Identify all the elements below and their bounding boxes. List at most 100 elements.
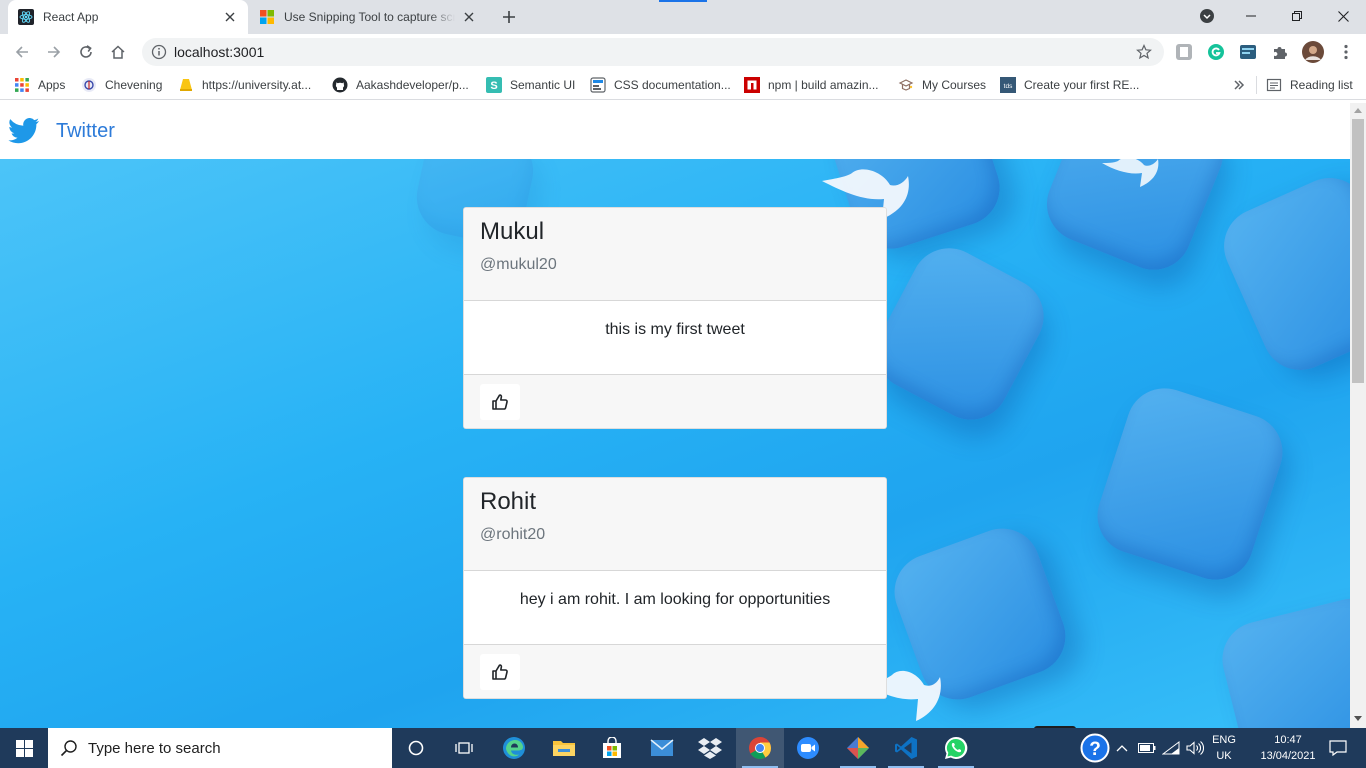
bookmark-my-courses[interactable]: My Courses bbox=[898, 76, 986, 94]
store-bag-icon bbox=[601, 737, 623, 759]
chrome-icon bbox=[748, 736, 772, 760]
new-tab-icon[interactable] bbox=[499, 7, 519, 27]
profile-avatar-icon[interactable] bbox=[1302, 41, 1324, 63]
bookmark-university[interactable]: https://university.at... bbox=[178, 76, 311, 94]
taskbar-file-explorer[interactable] bbox=[540, 728, 588, 768]
cortana-button[interactable] bbox=[392, 728, 440, 768]
bookmark-label: CSS documentation... bbox=[614, 78, 731, 92]
taskbar-vscode[interactable] bbox=[882, 728, 930, 768]
like-button[interactable] bbox=[480, 384, 520, 420]
minimize-window-icon[interactable] bbox=[1228, 0, 1274, 32]
taskbar-search-box[interactable]: Type here to search bbox=[48, 728, 392, 768]
close-window-icon[interactable] bbox=[1320, 0, 1366, 32]
tweet-card-header: Mukul @mukul20 bbox=[464, 208, 886, 301]
restore-window-icon[interactable] bbox=[1274, 0, 1320, 32]
language-code: ENG bbox=[1212, 734, 1236, 746]
bookmarks-bar: Apps Chevening https://university.at... … bbox=[0, 70, 1366, 100]
folder-icon bbox=[552, 738, 576, 758]
bookmark-css-docs[interactable]: CSS documentation... bbox=[590, 76, 731, 94]
taskbar-zoom[interactable] bbox=[784, 728, 832, 768]
vscode-icon bbox=[894, 736, 918, 760]
reload-icon[interactable] bbox=[74, 40, 98, 64]
forward-icon[interactable] bbox=[42, 40, 66, 64]
folder-icon bbox=[178, 77, 194, 93]
background-tile bbox=[862, 234, 1058, 434]
start-button[interactable] bbox=[0, 728, 48, 768]
screen-capture-extension-icon[interactable] bbox=[1239, 43, 1257, 61]
zoom-icon bbox=[796, 736, 820, 760]
bookmark-semantic-ui[interactable]: S Semantic UI bbox=[486, 76, 575, 94]
github-icon bbox=[332, 77, 348, 93]
twitter-bird-icon[interactable] bbox=[8, 118, 40, 144]
extensions-puzzle-icon[interactable] bbox=[1271, 43, 1289, 61]
scroll-down-arrow-icon[interactable] bbox=[1354, 716, 1362, 722]
tweet-card-footer bbox=[464, 374, 886, 428]
input-language-indicator[interactable]: ENG UK bbox=[1206, 732, 1242, 764]
show-hidden-icons-chevron-icon[interactable] bbox=[1114, 728, 1130, 768]
tab-search-icon[interactable] bbox=[1184, 0, 1230, 32]
clock-date: 13/04/2021 bbox=[1260, 750, 1316, 762]
notifications-button[interactable] bbox=[1318, 728, 1358, 768]
volume-icon[interactable] bbox=[1184, 728, 1206, 768]
close-tab-icon[interactable] bbox=[461, 9, 477, 25]
bookmark-chevening[interactable]: Chevening bbox=[81, 76, 162, 94]
tweet-author-name: Mukul bbox=[480, 218, 545, 245]
bookmark-label: My Courses bbox=[922, 78, 987, 92]
scrollbar-thumb[interactable] bbox=[1352, 119, 1364, 383]
taskbar-git-tool[interactable] bbox=[834, 728, 882, 768]
tab-react-app[interactable]: React App bbox=[8, 0, 248, 34]
tab-title: Use Snipping Tool to capture scre bbox=[284, 10, 455, 24]
battery-icon[interactable] bbox=[1136, 728, 1158, 768]
bookmark-label: npm | build amazin... bbox=[768, 78, 879, 92]
hero-background: Mukul @mukul20 this is my first tweet Ro… bbox=[0, 159, 1350, 728]
bookmark-github[interactable]: Aakashdeveloper/p... bbox=[332, 76, 469, 94]
tweet-author-handle: @rohit20 bbox=[480, 526, 546, 543]
bookmark-apps[interactable]: Apps bbox=[14, 76, 65, 94]
tds-icon: tds bbox=[1000, 77, 1016, 93]
taskbar-mail[interactable] bbox=[638, 728, 686, 768]
bookmark-npm[interactable]: npm | build amazin... bbox=[744, 76, 879, 94]
taskbar-clock[interactable]: 10:47 13/04/2021 bbox=[1254, 732, 1322, 764]
like-button[interactable] bbox=[480, 654, 520, 690]
diamond-app-icon bbox=[846, 736, 870, 760]
notification-icon bbox=[1329, 740, 1347, 756]
task-view-icon bbox=[455, 740, 473, 756]
bookmark-star-icon[interactable] bbox=[1136, 44, 1152, 60]
tab-snipping-tool[interactable]: Use Snipping Tool to capture scre bbox=[249, 0, 487, 34]
edge-icon bbox=[502, 736, 526, 760]
scroll-up-arrow-icon[interactable] bbox=[1354, 107, 1362, 113]
address-bar[interactable]: localhost:3001 bbox=[142, 38, 1164, 66]
reading-list-button[interactable]: Reading list bbox=[1266, 76, 1353, 94]
bookmark-label: Chevening bbox=[105, 78, 163, 92]
mail-icon bbox=[650, 739, 674, 757]
apps-grid-icon bbox=[14, 77, 30, 93]
back-icon[interactable] bbox=[10, 40, 34, 64]
clock-time: 10:47 bbox=[1274, 734, 1302, 746]
help-button[interactable]: ? bbox=[1076, 728, 1114, 768]
close-tab-icon[interactable] bbox=[222, 9, 238, 25]
bookmark-label: Apps bbox=[38, 78, 66, 92]
taskbar-store[interactable] bbox=[588, 728, 636, 768]
wifi-icon[interactable] bbox=[1160, 728, 1182, 768]
help-question-icon: ? bbox=[1080, 733, 1110, 763]
task-view-button[interactable] bbox=[440, 728, 488, 768]
cortana-circle-icon bbox=[408, 740, 424, 756]
tweet-card: Rohit @rohit20 hey i am rohit. I am look… bbox=[463, 477, 887, 699]
brand-link[interactable]: Twitter bbox=[56, 120, 115, 143]
taskbar-whatsapp[interactable] bbox=[932, 728, 980, 768]
taskbar-chrome[interactable] bbox=[736, 728, 784, 768]
chrome-menu-icon[interactable] bbox=[1334, 40, 1358, 64]
taskbar-edge[interactable] bbox=[490, 728, 538, 768]
more-bookmarks-icon[interactable] bbox=[1232, 76, 1246, 94]
keyboard-layout: UK bbox=[1216, 750, 1232, 762]
extension-profile-icon[interactable] bbox=[1175, 43, 1193, 61]
url-text[interactable]: localhost:3001 bbox=[174, 44, 264, 60]
taskbar-dropbox[interactable] bbox=[686, 728, 734, 768]
home-icon[interactable] bbox=[106, 40, 130, 64]
svg-text:?: ? bbox=[1089, 739, 1101, 760]
grammarly-icon[interactable] bbox=[1207, 43, 1225, 61]
site-info-icon[interactable] bbox=[151, 44, 167, 60]
bookmark-create-react[interactable]: tds Create your first RE... bbox=[1000, 76, 1139, 94]
whatsapp-icon bbox=[944, 736, 968, 760]
tweet-card-footer bbox=[464, 644, 886, 698]
